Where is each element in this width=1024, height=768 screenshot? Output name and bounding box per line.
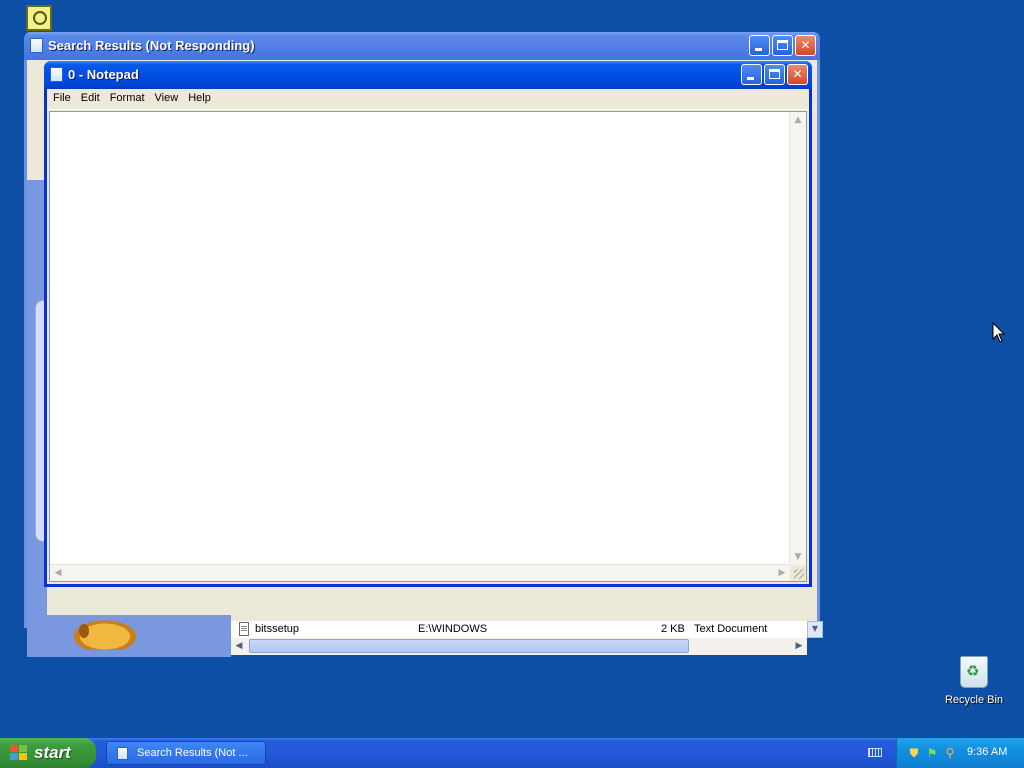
notepad-text-area[interactable]: ▲ ▼ ◀ ▶ [49,111,807,582]
notepad-minimize-button[interactable] [741,64,762,85]
keyboard-icon[interactable] [868,748,882,757]
taskbar-item-search-results[interactable]: Search Results (Not ... [106,741,266,765]
search-dog-icon[interactable] [73,620,137,650]
notepad-window: 0 - Notepad ✕ File Edit Format View Help ▲ ▼… [44,61,812,587]
menu-help[interactable]: Help [183,89,216,104]
scroll-left-icon[interactable]: ◀ [231,638,247,654]
search-window-icon [117,747,128,760]
scroll-down-icon[interactable]: ▼ [790,549,806,565]
menu-view[interactable]: View [150,89,184,104]
resize-grip[interactable] [790,565,806,581]
results-scroll-thumb[interactable] [249,639,689,653]
results-scroll-down-button[interactable]: ▼ [807,621,823,638]
search-results-titlebar[interactable]: Search Results (Not Responding) ✕ [24,32,820,60]
file-type: Text Document [694,623,768,635]
search-minimize-button[interactable] [749,35,770,56]
notepad-maximize-button[interactable] [764,64,785,85]
start-button[interactable]: start [0,738,96,768]
text-file-icon [239,622,249,636]
taskbar: start Search Results (Not ... ⛊ ⚑ ⚲ 9:36… [0,738,1024,768]
notepad-icon [50,67,63,82]
start-label: start [34,743,71,762]
menu-edit[interactable]: Edit [76,89,105,104]
mouse-cursor-icon [992,321,1006,347]
file-size: 2 KB [661,623,685,635]
windows-logo-icon [10,745,28,761]
file-folder: E:\WINDOWS [418,623,488,635]
scroll-right-icon[interactable]: ▶ [791,638,807,654]
scroll-right-icon[interactable]: ▶ [774,565,790,581]
recycle-bin-label: Recycle Bin [944,694,1004,706]
network-icon[interactable]: ⚑ [925,746,939,760]
menu-file[interactable]: File [47,89,76,104]
security-shield-icon[interactable]: ⛊ [907,746,921,760]
notepad-horizontal-scrollbar[interactable]: ◀ ▶ [50,564,790,581]
search-maximize-button[interactable] [772,35,793,56]
search-close-button[interactable]: ✕ [795,35,816,56]
taskbar-item-label: Search Results (Not ... [137,747,248,759]
notepad-menubar: File Edit Format View Help [47,89,809,110]
notepad-title: 0 - Notepad [68,67,139,82]
results-horizontal-scrollbar[interactable]: ◀ ▶ [231,638,807,655]
notepad-close-button[interactable]: ✕ [787,64,808,85]
notepad-titlebar[interactable]: 0 - Notepad ✕ [44,61,812,89]
file-name: bitssetup [255,623,300,635]
menu-format[interactable]: Format [105,89,150,104]
scroll-left-icon[interactable]: ◀ [50,565,66,581]
clock[interactable]: 9:36 AM [967,746,1007,758]
search-tray-icon[interactable]: ⚲ [943,746,957,760]
table-row[interactable]: bitssetup E:\WINDOWS 2 KB Text Document [231,621,807,638]
notepad-vertical-scrollbar[interactable]: ▲ ▼ [789,112,806,565]
desktop-shortcut-icon[interactable] [26,5,52,31]
search-window-icon [30,38,43,53]
recycle-bin[interactable]: Recycle Bin [940,656,1008,706]
search-results-title: Search Results (Not Responding) [48,38,255,53]
scroll-up-icon[interactable]: ▲ [790,112,806,128]
system-tray: ⛊ ⚑ ⚲ 9:36 AM [896,738,1024,768]
recycle-bin-icon [960,656,988,688]
